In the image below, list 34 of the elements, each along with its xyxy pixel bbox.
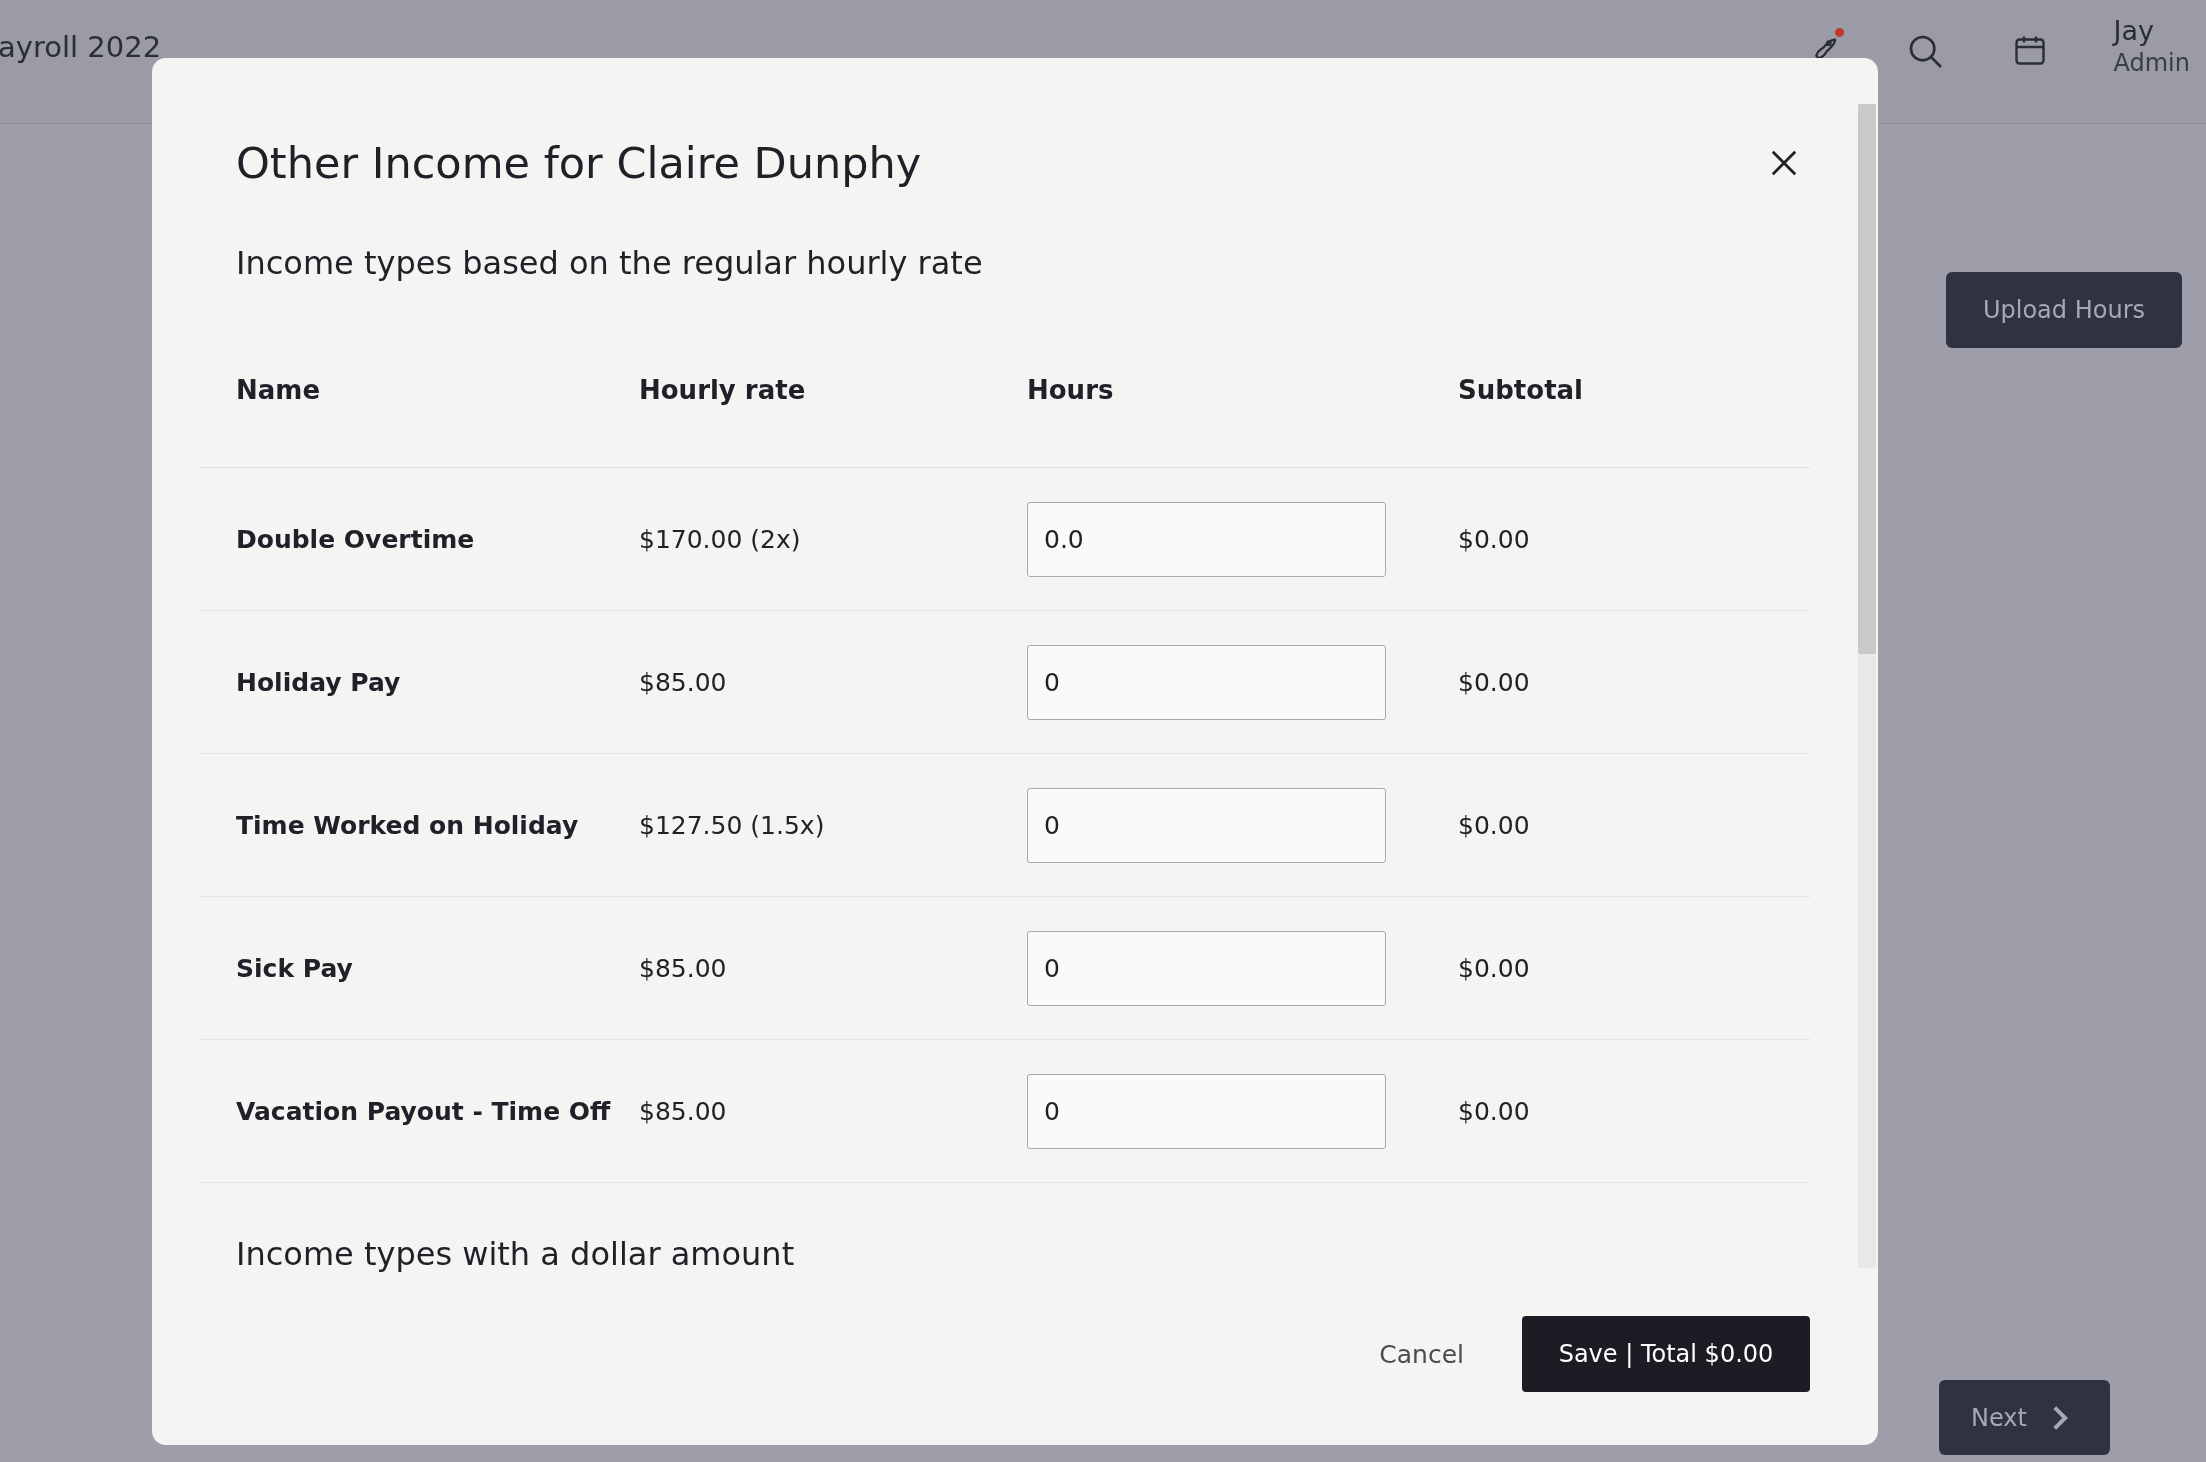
income-name: Vacation Payout - Time Off [236, 1096, 612, 1126]
hours-field[interactable]: 0 [1027, 930, 1386, 1006]
save-button[interactable]: Save | Total $0.00 [1522, 1316, 1810, 1392]
user-role: Admin [2113, 47, 2190, 78]
dialog-title: Other Income for Claire Dunphy [236, 138, 922, 188]
user-name: Jay [2113, 14, 2155, 48]
hourly-rate: $170.00 (2x) [639, 524, 802, 554]
subtotal: $0.00 [1458, 667, 1531, 697]
subtotal: $0.00 [1458, 1096, 1531, 1126]
income-name: Holiday Pay [236, 667, 402, 697]
upload-hours-button[interactable]: Upload Hours [1946, 272, 2182, 348]
income-name: Time Worked on Holiday [236, 810, 580, 840]
next-button[interactable]: Next [1939, 1380, 2110, 1455]
subtotal: $0.00 [1458, 524, 1531, 554]
income-name: Double Overtime [236, 524, 476, 554]
cancel-button[interactable]: Cancel [1373, 1338, 1470, 1370]
subtotal: $0.00 [1458, 953, 1531, 983]
app-title: ayroll 2022 [0, 30, 163, 64]
hourly-rate: $85.00 [639, 953, 728, 983]
income-name: Sick Pay [236, 953, 354, 983]
hourly-rate: $127.50 (1.5x) [639, 810, 826, 840]
hours-field[interactable]: 0 [1027, 644, 1386, 720]
hourly-rate: $85.00 [639, 1096, 728, 1126]
column-header: Hourly rate [639, 375, 807, 405]
column-header: Name [236, 375, 322, 405]
column-header: Hours [1027, 375, 1115, 405]
hours-field[interactable]: 0 [1027, 787, 1386, 863]
section-heading: Income types with a dollar amount [236, 1235, 796, 1273]
section-heading: Income types based on the regular hourly rate [236, 244, 984, 282]
column-header: Subtotal [1458, 375, 1585, 405]
hourly-rate: $85.00 [639, 667, 728, 697]
hours-field[interactable]: 0 [1027, 1073, 1386, 1149]
hours-field[interactable]: 0.0 [1027, 501, 1386, 577]
subtotal: $0.00 [1458, 810, 1531, 840]
